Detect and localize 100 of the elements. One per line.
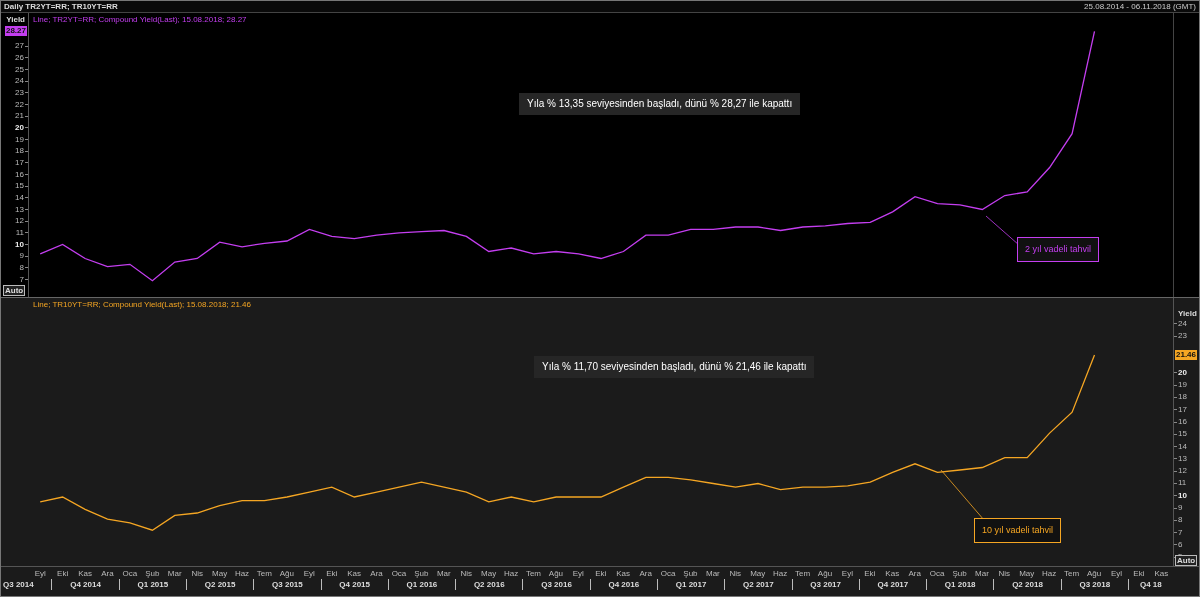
quarter-label: Q3 2015 [272,580,303,589]
chart-title: Daily TR2YT=RR; TR10YT=RR [4,2,118,11]
axis-tick-label: 7 [1178,527,1184,538]
axis-tick-label: 20 [14,122,24,133]
month-label: May [480,569,498,579]
axis-tick-label: 24 [14,76,24,87]
axis-tick-label: 15 [14,181,24,192]
axis-tick-label: 10 [1178,490,1188,501]
axis-tick-label: 13 [14,204,24,215]
axis-tick-label: 16 [14,169,24,180]
month-label: Tem [255,569,273,579]
month-label: Eki [594,569,608,579]
quarter-label: Q3 2014 [3,580,34,589]
month-label: Mar [974,569,990,579]
callout-label: 2 yıl vadeli tahvil [1017,237,1100,262]
leader-line [940,469,985,521]
axis-title: Yield [6,16,25,24]
month-label: Ara [907,569,922,579]
date-range: 25.08.2014 - 06.11.2018 (GMT) [1084,2,1196,11]
axis-tick-label: 15 [1178,429,1188,440]
month-label: Ağu [816,569,834,579]
month-label: May [749,569,767,579]
last-value-badge: 21.46 [1175,350,1198,360]
axis-tick-label: 26 [14,52,24,63]
annotation-note: Yıla % 13,35 seviyesinden başladı, dünü % 28,27 ile kapattı [519,93,801,115]
month-label: Kas [1153,569,1170,579]
axis-tick-label: 6 [1178,539,1184,550]
month-label: Mar [166,569,183,579]
month-label: Nis [728,569,743,579]
month-label: Nis [997,569,1012,579]
callout-label: 10 yıl vadeli tahvil [974,518,1062,543]
month-label: Eyl [33,569,47,579]
quarter-label: Q1 2018 [944,580,976,589]
series-legend: Line; TR10YT=RR; Compound Yield(Last); 15.08.2018; 21.46 [33,301,251,309]
month-label: May [211,569,229,579]
month-label: Şub [144,569,161,579]
month-label: Eki [863,569,877,579]
axis-tick-label: 24 [1178,318,1188,329]
month-label: Ağu [278,569,295,579]
quarter-label: Q3 2017 [810,580,841,589]
month-label: Ara [100,569,115,579]
month-label: Eyl [571,569,585,579]
quarter-label: Q4 2015 [339,580,371,589]
quarter-label: Q3 2018 [1079,580,1111,589]
axis-tick-label: 22 [14,99,24,110]
month-label: Tem [524,569,543,579]
axis-tick-label: 9 [1178,503,1184,514]
axis-tick-label: 14 [14,192,24,203]
axis-tick-label: 7 [18,274,24,285]
auto-scale-button[interactable]: Auto [3,285,26,296]
quarter-label: Q1 2017 [675,580,707,589]
month-label: Eki [1132,569,1146,579]
month-label: Ara [638,569,653,579]
axis-tick-label: 11 [14,227,24,238]
month-label: Haz [1041,569,1058,579]
month-label: Oca [390,569,408,579]
axis-tick-label: 10 [14,239,24,250]
month-label: Haz [502,569,520,579]
axis-tick-label: 20 [1178,367,1188,378]
axis-tick-label: 18 [1178,392,1188,403]
quarter-label: Q4 2017 [877,580,909,589]
quarter-label: Q2 2015 [204,580,236,589]
month-label: Kas [615,569,632,579]
month-label: Ara [369,569,384,579]
month-label: Eyl [302,569,316,579]
axis-tick-label: 9 [18,251,24,262]
month-label: Şub [682,569,699,579]
month-label: Kas [346,569,362,579]
axis-tick-label: 21 [14,111,24,122]
quarter-label: Q3 2016 [541,580,572,589]
month-label: Şub [413,569,430,579]
month-label: Oca [659,569,677,579]
month-label: Şub [951,569,968,579]
axis-tick-label: 17 [1178,404,1188,415]
quarter-label: Q4 2016 [608,580,640,589]
month-label: Nis [190,569,204,579]
quarter-label: Q1 2016 [406,580,438,589]
axis-tick-label: 19 [1178,380,1188,391]
axis-tick-label: 23 [14,87,24,98]
month-label: Haz [772,569,789,579]
leader-line [985,215,1020,246]
axis-tick-label: 16 [1178,417,1188,428]
quarter-label: Q2 2018 [1012,580,1043,589]
month-label: Tem [794,569,812,579]
axis-tick-label: 18 [14,146,24,157]
month-label: Kas [77,569,93,579]
quarter-label: Q2 2017 [743,580,774,589]
month-label: Tem [1063,569,1081,579]
series-legend: Line; TR2YT=RR; Compound Yield(Last); 15.08.2018; 28.27 [33,16,247,24]
axis-tick-label: 23 [1178,331,1188,342]
axis-tick-label: 25 [14,64,24,75]
axis-title: Yield [1178,310,1197,318]
month-label: Eki [325,569,339,579]
month-label: Oca [928,569,946,579]
month-label: Eki [56,569,70,579]
month-label: Kas [884,569,901,579]
axis-tick-label: 27 [14,41,24,52]
last-value-badge: 28.27 [4,26,27,37]
month-label: Ağu [547,569,565,579]
axis-tick-label: 11 [1178,478,1188,489]
